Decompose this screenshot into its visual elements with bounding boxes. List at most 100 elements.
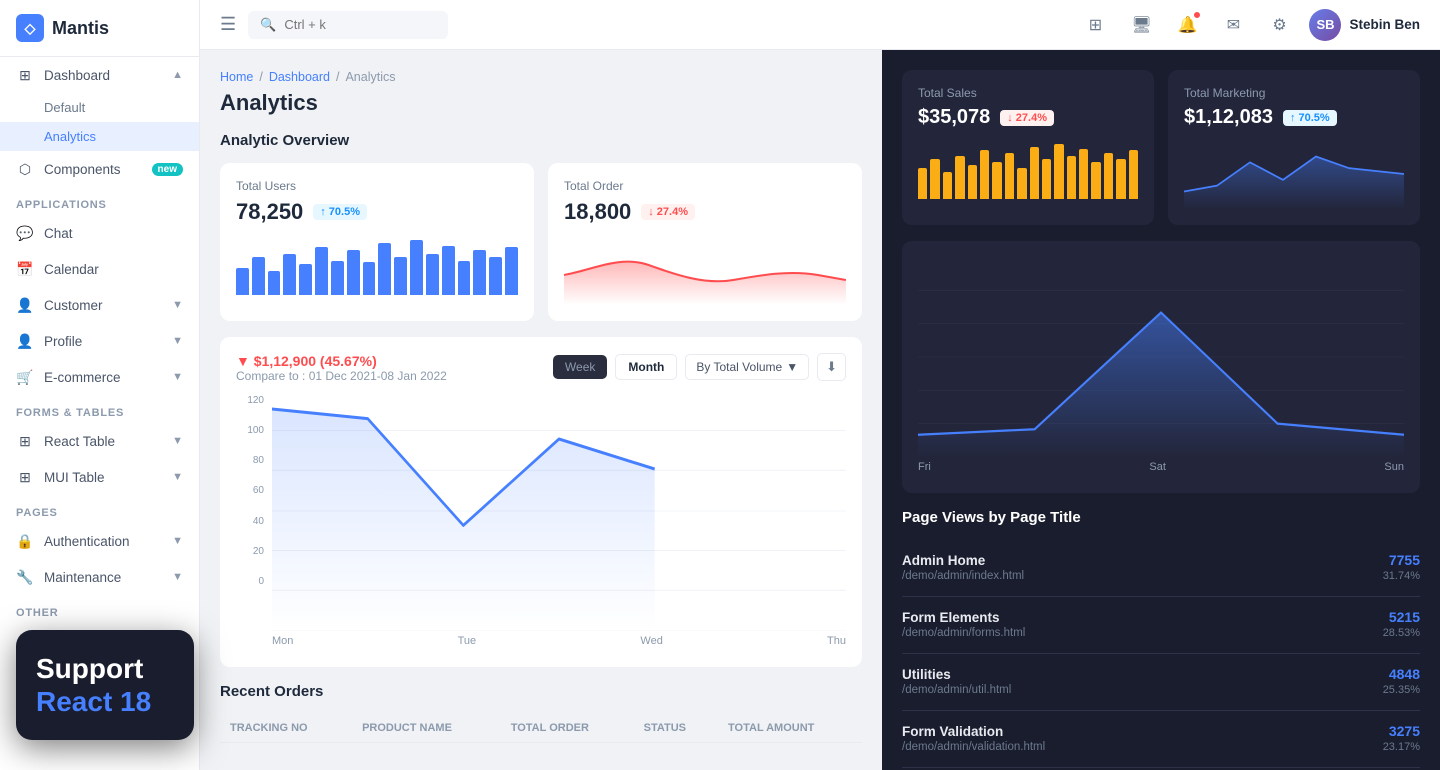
- maintenance-icon: 🔧: [16, 568, 34, 586]
- page-view-item: Form Validation 3275 /demo/admin/validat…: [902, 711, 1420, 768]
- notification-badge: [1193, 11, 1201, 19]
- income-x-labels: Mon Tue Wed Thu: [272, 631, 846, 651]
- bar: [1091, 162, 1100, 199]
- income-compare: Compare to : 01 Dec 2021-08 Jan 2022: [236, 369, 447, 383]
- total-marketing-label: Total Marketing: [1184, 86, 1404, 100]
- mail-icon-button[interactable]: ✉: [1217, 9, 1249, 41]
- bar: [1054, 144, 1063, 199]
- bar: [442, 246, 455, 296]
- section-pages: Pages: [0, 495, 199, 523]
- dark-stats-row: Total Sales $35,078 ↓ 27.4% Total Market…: [902, 70, 1420, 225]
- customer-icon: 👤: [16, 296, 34, 314]
- chevron-down-icon: ▼: [172, 335, 183, 347]
- sidebar-item-analytics[interactable]: Analytics: [0, 122, 199, 151]
- search-icon: 🔍: [260, 17, 276, 33]
- income-line-chart: [272, 391, 846, 631]
- sidebar-item-maintenance[interactable]: 🔧 Maintenance ▼: [0, 559, 199, 595]
- bar: [394, 257, 407, 295]
- menu-toggle-button[interactable]: ☰: [220, 14, 236, 35]
- dark-income-chart: Fri Sat Sun: [902, 241, 1420, 493]
- sidebar-item-chat[interactable]: 💬 Chat: [0, 215, 199, 251]
- sidebar-item-ecommerce[interactable]: 🛒 E-commerce ▼: [0, 359, 199, 395]
- bar: [331, 261, 344, 295]
- bar: [1067, 156, 1076, 199]
- total-order-value: 18,800: [564, 199, 631, 225]
- sidebar-item-react-table[interactable]: ⊞ React Table ▼: [0, 423, 199, 459]
- breadcrumb-home[interactable]: Home: [220, 70, 253, 84]
- users-bar-chart: [236, 235, 518, 295]
- pv-percent: 31.74%: [1383, 570, 1420, 582]
- profile-icon: 👤: [16, 332, 34, 350]
- page-views-section: Page Views by Page Title Admin Home 7755…: [902, 509, 1420, 770]
- col-product: PRODUCT NAME: [352, 714, 501, 743]
- search-bar[interactable]: 🔍: [248, 11, 448, 39]
- monitor-icon-button[interactable]: 🖥: [1125, 9, 1157, 41]
- sidebar-item-dashboard[interactable]: ⊞ Dashboard ▲: [0, 57, 199, 93]
- bar: [236, 268, 249, 296]
- logo-icon: ◇: [16, 14, 44, 42]
- col-amount: TOTAL AMOUNT: [718, 714, 862, 743]
- section-forms: Forms & Tables: [0, 395, 199, 423]
- auth-icon: 🔒: [16, 532, 34, 550]
- table-icon: ⊞: [16, 432, 34, 450]
- total-marketing-value: $1,12,083: [1184, 106, 1273, 129]
- bar: [1079, 149, 1088, 199]
- month-button[interactable]: Month: [615, 354, 677, 380]
- calendar-icon: 📅: [16, 260, 34, 278]
- recent-orders-section: Recent Orders TRACKING NO PRODUCT NAME T…: [220, 683, 862, 743]
- sidebar-item-mui-table[interactable]: ⊞ MUI Table ▼: [0, 459, 199, 495]
- download-button[interactable]: ⬇: [817, 353, 846, 381]
- total-users-value: 78,250: [236, 199, 303, 225]
- recent-orders-title: Recent Orders: [220, 683, 862, 700]
- settings-icon-button[interactable]: ⚙: [1263, 9, 1295, 41]
- bar: [315, 247, 328, 295]
- notification-bell-button[interactable]: 🔔: [1171, 9, 1203, 41]
- chevron-down-icon: ▼: [172, 299, 183, 311]
- volume-dropdown[interactable]: By Total Volume ▼: [685, 354, 809, 380]
- week-button[interactable]: Week: [553, 355, 607, 379]
- breadcrumb: Home / Dashboard / Analytics: [220, 70, 862, 84]
- mui-table-icon: ⊞: [16, 468, 34, 486]
- total-sales-card: Total Sales $35,078 ↓ 27.4%: [902, 70, 1154, 225]
- bar: [252, 257, 265, 295]
- sidebar-item-components[interactable]: ⬡ Components new: [0, 151, 199, 187]
- bar: [992, 162, 1001, 199]
- search-input[interactable]: [284, 17, 404, 32]
- bar: [918, 168, 927, 199]
- bar: [1005, 153, 1014, 199]
- page-views-title: Page Views by Page Title: [902, 509, 1420, 526]
- sidebar-item-calendar[interactable]: 📅 Calendar: [0, 251, 199, 287]
- breadcrumb-dashboard[interactable]: Dashboard: [269, 70, 330, 84]
- pv-count: 7755: [1389, 552, 1420, 568]
- sidebar-item-default[interactable]: Default: [0, 93, 199, 122]
- app-logo[interactable]: ◇ Mantis: [0, 0, 199, 57]
- total-order-label: Total Order: [564, 179, 846, 193]
- sidebar-item-authentication[interactable]: 🔒 Authentication ▼: [0, 523, 199, 559]
- bar: [489, 257, 502, 295]
- ecommerce-icon: 🛒: [16, 368, 34, 386]
- bar: [930, 159, 939, 199]
- sidebar-item-customer[interactable]: 👤 Customer ▼: [0, 287, 199, 323]
- dark-panel: Total Sales $35,078 ↓ 27.4% Total Market…: [882, 50, 1440, 770]
- page-views-list: Admin Home 7755 /demo/admin/index.html 3…: [902, 540, 1420, 770]
- bar: [299, 264, 312, 295]
- user-profile-button[interactable]: SB Stebin Ben: [1309, 9, 1420, 41]
- chevron-down-icon: ▼: [172, 435, 183, 447]
- bar: [426, 254, 439, 295]
- bar: [1116, 159, 1125, 199]
- bar: [943, 172, 952, 200]
- breadcrumb-current: Analytics: [345, 70, 395, 84]
- grid-icon-button[interactable]: ⊞: [1079, 9, 1111, 41]
- topbar: ☰ 🔍 ⊞ 🖥 🔔 ✉ ⚙ SB Stebin Ben: [200, 0, 1440, 50]
- sidebar-item-profile[interactable]: 👤 Profile ▼: [0, 323, 199, 359]
- page-view-item: Utilities 4848 /demo/admin/util.html 25.…: [902, 654, 1420, 711]
- support-react-popup[interactable]: Support React 18: [16, 630, 194, 740]
- bar: [968, 165, 977, 199]
- page-view-item: Form Elements 5215 /demo/admin/forms.htm…: [902, 597, 1420, 654]
- section-applications: Applications: [0, 187, 199, 215]
- orders-table: TRACKING NO PRODUCT NAME TOTAL ORDER STA…: [220, 714, 862, 743]
- components-icon: ⬡: [16, 160, 34, 178]
- bar: [347, 250, 360, 295]
- chevron-down-icon: ▼: [786, 360, 798, 374]
- page-view-item: Admin Home 7755 /demo/admin/index.html 3…: [902, 540, 1420, 597]
